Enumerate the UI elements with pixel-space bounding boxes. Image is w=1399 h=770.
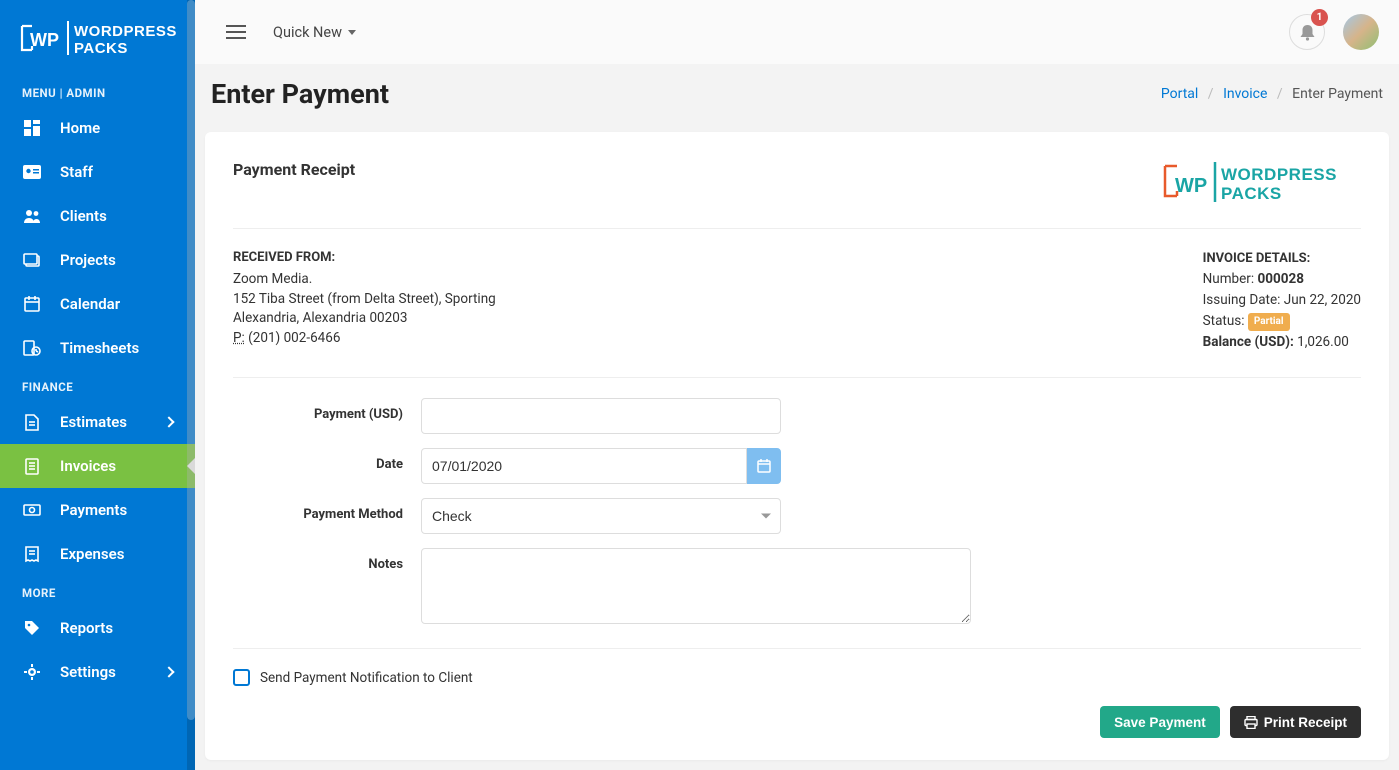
breadcrumb-link-invoice[interactable]: Invoice	[1223, 86, 1267, 102]
svg-text:WP: WP	[1175, 175, 1207, 197]
client-phone: P: (201) 002-6466	[233, 329, 496, 349]
nav-label: Payments	[60, 501, 173, 519]
invoice-icon	[22, 456, 42, 476]
sidebar-item-settings[interactable]: Settings	[0, 650, 195, 694]
main: Quick New 1 Enter Payment Portal / Invoi…	[195, 0, 1399, 770]
breadcrumb-current: Enter Payment	[1292, 86, 1383, 102]
sidebar-item-staff[interactable]: Staff	[0, 150, 195, 194]
sidebar-item-projects[interactable]: Projects	[0, 238, 195, 282]
sidebar-item-reports[interactable]: Reports	[0, 606, 195, 650]
invoice-details-label: INVOICE DETAILS:	[1203, 249, 1361, 269]
save-payment-button[interactable]: Save Payment	[1100, 706, 1220, 738]
section-label-menu: MENU | ADMIN	[0, 76, 195, 106]
folders-icon	[22, 250, 42, 270]
nav-label: Projects	[60, 251, 173, 269]
notes-label: Notes	[233, 548, 421, 572]
tag-icon	[22, 618, 42, 638]
invoice-date: Issuing Date: Jun 22, 2020	[1203, 290, 1361, 311]
section-label-more: MORE	[0, 576, 195, 606]
received-from-block: RECEIVED FROM: Zoom Media. 152 Tiba Stre…	[233, 249, 496, 353]
user-avatar[interactable]	[1343, 14, 1379, 50]
client-address-1: 152 Tiba Street (from Delta Street), Spo…	[233, 290, 496, 310]
invoice-number: Number: 000028	[1203, 269, 1361, 290]
chevron-right-icon	[163, 666, 174, 677]
received-from-label: RECEIVED FROM:	[233, 249, 496, 268]
company-logo: WP WORDPRESS PACKS	[1161, 160, 1361, 204]
notification-badge: 1	[1311, 9, 1328, 26]
nav-label: Invoices	[60, 457, 173, 475]
section-label-finance: FINANCE	[0, 370, 195, 400]
sidebar-item-payments[interactable]: Payments	[0, 488, 195, 532]
nav-label: Estimates	[60, 413, 165, 431]
sidebar-item-calendar[interactable]: Calendar	[0, 282, 195, 326]
sidebar-item-expenses[interactable]: Expenses	[0, 532, 195, 576]
nav-label: Timesheets	[60, 339, 173, 357]
topbar: Quick New 1	[195, 0, 1399, 64]
quick-new-label: Quick New	[273, 24, 342, 41]
sidebar-item-timesheets[interactable]: Timesheets	[0, 326, 195, 370]
svg-text:WORDPRESS: WORDPRESS	[74, 23, 176, 40]
payment-method-label: Payment Method	[233, 498, 421, 522]
notify-client-label: Send Payment Notification to Client	[260, 670, 473, 686]
payment-date-input[interactable]	[421, 448, 747, 484]
invoice-status: Status: Partial	[1203, 311, 1361, 332]
payment-form: Payment (USD) Date Payment Method	[233, 378, 1361, 649]
page-header: Enter Payment Portal / Invoice / Enter P…	[195, 64, 1399, 132]
badge-icon	[22, 162, 42, 182]
card-title: Payment Receipt	[233, 160, 355, 179]
sidebar-scrollbar[interactable]	[187, 0, 195, 770]
print-receipt-button[interactable]: Print Receipt	[1230, 706, 1361, 738]
notes-textarea[interactable]	[421, 548, 971, 624]
money-icon	[22, 500, 42, 520]
timesheet-icon	[22, 338, 42, 358]
payment-amount-input[interactable]	[421, 398, 781, 434]
people-icon	[22, 206, 42, 226]
client-name: Zoom Media.	[233, 270, 496, 290]
page-title: Enter Payment	[211, 78, 389, 110]
invoice-details-block: INVOICE DETAILS: Number: 000028 Issuing …	[1203, 249, 1361, 353]
svg-text:WP: WP	[30, 30, 59, 50]
calendar-icon	[757, 459, 771, 473]
nav-label: Settings	[60, 663, 165, 681]
invoice-balance: Balance (USD): 1,026.00	[1203, 332, 1361, 353]
nav-label: Calendar	[60, 295, 173, 313]
sidebar-item-estimates[interactable]: Estimates	[0, 400, 195, 444]
nav-label: Reports	[60, 619, 173, 637]
sidebar-item-home[interactable]: Home	[0, 106, 195, 150]
bell-icon	[1300, 24, 1315, 41]
file-icon	[22, 412, 42, 432]
receipt-icon	[22, 544, 42, 564]
checkbox-box	[233, 669, 250, 686]
nav-label: Home	[60, 119, 173, 137]
breadcrumb: Portal / Invoice / Enter Payment	[1161, 86, 1383, 102]
payment-card: Payment Receipt WP WORDPRESS PACKS R	[205, 132, 1389, 760]
sidebar-item-invoices[interactable]: Invoices	[0, 444, 195, 488]
gear-icon	[22, 662, 42, 682]
calendar-icon	[22, 294, 42, 314]
notifications-button[interactable]: 1	[1289, 14, 1325, 50]
quick-new-dropdown[interactable]: Quick New	[273, 24, 356, 41]
client-address-2: Alexandria, Alexandria 00203	[233, 309, 496, 329]
notify-client-checkbox[interactable]: Send Payment Notification to Client	[233, 669, 473, 686]
dashboard-icon	[22, 118, 42, 138]
date-picker-button[interactable]	[747, 448, 781, 484]
sidebar-item-clients[interactable]: Clients	[0, 194, 195, 238]
status-badge: Partial	[1248, 313, 1290, 331]
svg-text:WORDPRESS: WORDPRESS	[1221, 165, 1337, 184]
sidebar: WP WORDPRESS PACKS MENU | ADMIN Home Sta…	[0, 0, 195, 770]
print-icon	[1244, 716, 1258, 729]
nav-label: Expenses	[60, 545, 173, 563]
nav-label: Clients	[60, 207, 173, 225]
nav-label: Staff	[60, 163, 173, 181]
brand-logo: WP WORDPRESS PACKS	[0, 10, 195, 76]
payment-method-select[interactable]	[421, 498, 781, 534]
menu-toggle-button[interactable]	[223, 19, 249, 45]
caret-down-icon	[348, 30, 356, 35]
svg-text:PACKS: PACKS	[74, 40, 128, 57]
payment-date-label: Date	[233, 448, 421, 472]
breadcrumb-link-portal[interactable]: Portal	[1161, 86, 1198, 102]
payment-amount-label: Payment (USD)	[233, 398, 421, 422]
chevron-right-icon	[163, 416, 174, 427]
svg-text:PACKS: PACKS	[1221, 184, 1282, 203]
